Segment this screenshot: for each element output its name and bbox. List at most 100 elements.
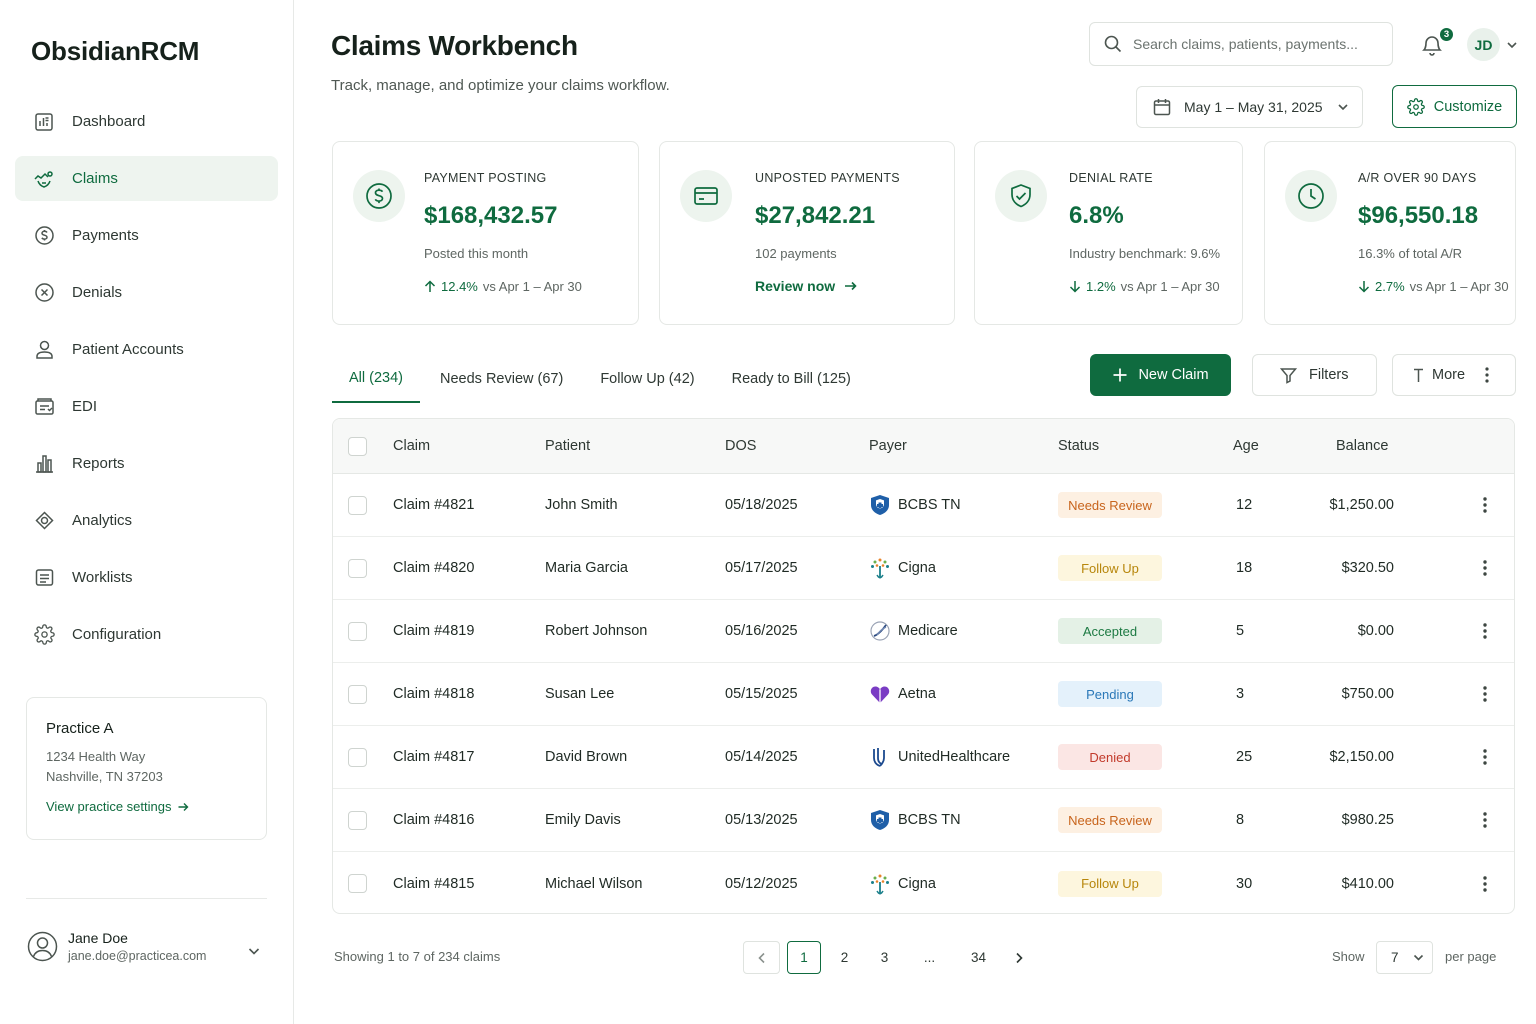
status-badge: Denied [1058, 744, 1162, 770]
sidebar-item-dashboard[interactable]: Dashboard [15, 99, 278, 144]
search-box[interactable] [1089, 22, 1393, 66]
more-vertical-icon[interactable] [1483, 474, 1487, 536]
user-avatar-icon [27, 931, 58, 962]
page-title: Claims Workbench [331, 30, 578, 61]
sidebar-item-label: Payments [72, 227, 139, 244]
sidebar-item-configuration[interactable]: Configuration [15, 612, 278, 657]
credit-card-icon [680, 170, 732, 222]
claim-age: 5 [1236, 623, 1245, 639]
chevron-down-icon[interactable] [1506, 39, 1518, 51]
page-1-button[interactable]: 1 [787, 941, 821, 974]
more-vertical-icon[interactable] [1483, 726, 1487, 788]
kpi-note: 16.3% of total A/R [1358, 246, 1463, 261]
new-claim-button[interactable]: New Claim [1090, 354, 1231, 396]
patient-name: John Smith [545, 497, 618, 513]
tab-follow-up[interactable]: Follow Up (42) [583, 355, 711, 403]
claim-id[interactable]: Claim #4818 [393, 663, 474, 725]
kpi-denial-rate[interactable]: DENIAL RATE 6.8% Industry benchmark: 9.6… [974, 141, 1243, 325]
review-now-link[interactable]: Review now [755, 278, 857, 294]
sidebar-item-worklists[interactable]: Worklists [15, 555, 278, 600]
next-page-button[interactable] [1003, 941, 1036, 974]
claims-table: Claim Patient DOS Payer Status Age Balan… [332, 418, 1515, 914]
table-row[interactable]: Claim #4816 Emily Davis 05/13/2025 BCBS TN N… [333, 789, 1514, 852]
view-practice-settings-link[interactable]: View practice settings [46, 799, 189, 814]
filters-button[interactable]: Filters [1252, 354, 1377, 396]
page-34-button[interactable]: 34 [962, 941, 995, 974]
kpi-unposted-payments[interactable]: UNPOSTED PAYMENTS $27,842.21 102 payment… [659, 141, 955, 325]
sidebar-item-analytics[interactable]: Analytics [15, 498, 278, 543]
row-checkbox[interactable] [348, 747, 367, 767]
customize-button[interactable]: Customize [1392, 85, 1517, 128]
arrow-right-icon [844, 280, 857, 292]
row-checkbox[interactable] [348, 810, 367, 830]
kpi-label: A/R OVER 90 DAYS [1358, 171, 1477, 185]
column-header-age[interactable]: Age [1233, 419, 1259, 473]
table-row[interactable]: Claim #4818 Susan Lee 05/15/2025 Aetna Pendi… [333, 663, 1514, 726]
column-header-dos[interactable]: DOS [725, 419, 756, 473]
date-of-service: 05/14/2025 [725, 749, 798, 765]
tab-needs-review[interactable]: Needs Review (67) [423, 355, 580, 403]
claim-id[interactable]: Claim #4815 [393, 852, 474, 913]
select-all-checkbox[interactable] [348, 436, 367, 456]
kpi-ar-over-90-days[interactable]: A/R OVER 90 DAYS $96,550.18 16.3% of tot… [1264, 141, 1516, 325]
table-row[interactable]: Claim #4819 Robert Johnson 05/16/2025 Medic… [333, 600, 1514, 663]
tab-ready-to-bill[interactable]: Ready to Bill (125) [715, 355, 868, 403]
claim-id[interactable]: Claim #4816 [393, 789, 474, 851]
sidebar-item-payments[interactable]: Payments [15, 213, 278, 258]
claim-id[interactable]: Claim #4821 [393, 474, 474, 536]
more-vertical-icon[interactable] [1483, 663, 1487, 725]
more-vertical-icon[interactable] [1483, 789, 1487, 851]
sidebar-item-edi[interactable]: EDI [15, 384, 278, 429]
date-range-picker[interactable]: May 1 – May 31, 2025 [1136, 86, 1363, 128]
sidebar-nav: Dashboard Claims Payments Denials Patien… [15, 99, 278, 669]
more-vertical-icon[interactable] [1483, 852, 1487, 913]
calendar-icon [1153, 98, 1171, 116]
sidebar-item-claims[interactable]: Claims [15, 156, 278, 201]
row-checkbox[interactable] [348, 621, 367, 641]
claims-icon [33, 168, 55, 190]
per-page-select[interactable]: 7 [1376, 941, 1433, 974]
sidebar-item-label: EDI [72, 398, 98, 415]
payer-name: BCBS TN [898, 497, 961, 513]
avatar[interactable]: JD [1467, 28, 1500, 61]
table-row[interactable]: Claim #4817 David Brown 05/14/2025 UnitedHe… [333, 726, 1514, 789]
chevron-down-icon[interactable] [247, 944, 261, 958]
kpi-note: Industry benchmark: 9.6% [1069, 246, 1221, 261]
page-3-button[interactable]: 3 [868, 941, 901, 974]
sidebar-divider [26, 898, 267, 899]
row-checkbox[interactable] [348, 558, 367, 578]
date-of-service: 05/15/2025 [725, 686, 798, 702]
row-checkbox[interactable] [348, 874, 367, 893]
sidebar-item-denials[interactable]: Denials [15, 270, 278, 315]
more-vertical-icon[interactable] [1483, 600, 1487, 662]
user-menu[interactable]: Jane Doe jane.doe@practicea.com [27, 930, 267, 963]
column-header-claim[interactable]: Claim [393, 419, 430, 473]
table-row[interactable]: Claim #4815 Michael Wilson 05/12/2025 Cigna… [333, 852, 1514, 913]
claim-id[interactable]: Claim #4820 [393, 537, 474, 599]
page-2-button[interactable]: 2 [828, 941, 861, 974]
row-checkbox[interactable] [348, 684, 367, 704]
practice-card: Practice A 1234 Health Way Nashville, TN… [26, 697, 267, 840]
column-header-payer[interactable]: Payer [869, 419, 907, 473]
more-button[interactable]: More [1392, 354, 1516, 396]
sidebar-item-reports[interactable]: Reports [15, 441, 278, 486]
column-header-patient[interactable]: Patient [545, 419, 590, 473]
brand-logo[interactable]: ObsidianRCM [31, 36, 199, 67]
claim-id[interactable]: Claim #4819 [393, 600, 474, 662]
prev-page-button[interactable] [743, 941, 780, 974]
arrow-right-icon [177, 801, 189, 813]
chevron-left-icon [757, 952, 766, 964]
tab-all[interactable]: All (234) [332, 355, 420, 403]
row-checkbox[interactable] [348, 495, 367, 515]
kpi-payment-posting[interactable]: PAYMENT POSTING $168,432.57 Posted this … [332, 141, 639, 325]
column-header-balance[interactable]: Balance [1336, 419, 1388, 473]
column-header-status[interactable]: Status [1058, 419, 1099, 473]
sidebar-item-patient-accounts[interactable]: Patient Accounts [15, 327, 278, 372]
table-row[interactable]: Claim #4821 John Smith 05/18/2025 BCBS TN Ne… [333, 474, 1514, 537]
table-row[interactable]: Claim #4820 Maria Garcia 05/17/2025 Cigna Fo… [333, 537, 1514, 600]
payer-name: UnitedHealthcare [898, 749, 1011, 765]
search-input[interactable] [1133, 36, 1383, 52]
sidebar-item-label: Denials [72, 284, 123, 301]
claim-id[interactable]: Claim #4817 [393, 726, 474, 788]
more-vertical-icon[interactable] [1483, 537, 1487, 599]
